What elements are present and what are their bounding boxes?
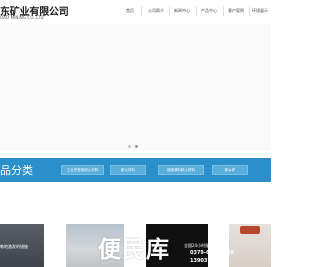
- hero-slider[interactable]: [0, 24, 271, 151]
- category-title: 品分类: [0, 164, 33, 177]
- nav-divider: [196, 6, 197, 16]
- hotline-phone-mobile[interactable]: 13903799419: [190, 258, 228, 264]
- nav-item-about[interactable]: 公司简介: [148, 8, 164, 14]
- category-tab-steel-slag[interactable]: 钢渣滴料耐火材料: [158, 165, 204, 175]
- site-header: 东矿业有限公司 OAD MINING CO.,LTD 首页 公司简介 新闻中心 …: [0, 0, 271, 24]
- slider-dots: [128, 145, 138, 148]
- slider-dot-active[interactable]: [135, 145, 138, 148]
- page: 东矿业有限公司 OAD MINING CO.,LTD 首页 公司简介 新闻中心 …: [0, 0, 271, 267]
- slider-dot[interactable]: [128, 145, 131, 148]
- hotline-label: 全国24小时服务热线: [184, 243, 222, 248]
- thumbnail-caption[interactable]: 勒地激发的措施: [0, 244, 28, 250]
- logo-english-name: OAD MINING CO.,LTD: [0, 15, 44, 20]
- service-hotline: 全国24小时服务热线 0379-69605908 13903799419: [181, 240, 271, 267]
- category-tab-refractory[interactable]: 耐火材料: [110, 165, 146, 175]
- nav-item-environment[interactable]: 环境展示: [252, 8, 268, 14]
- nav-divider: [169, 6, 170, 16]
- watermark-logo: 便民库: [98, 237, 170, 263]
- nav-item-products[interactable]: 产品中心: [201, 8, 217, 14]
- nav-divider: [249, 6, 250, 16]
- nav-item-home[interactable]: 首页: [126, 8, 134, 14]
- category-tab-industrial-kiln[interactable]: 工业炉窑用耐火材料: [61, 165, 104, 175]
- nav-divider: [223, 6, 224, 16]
- category-tab-xinxiang[interactable]: 新乡炉: [212, 165, 248, 175]
- nav-item-news[interactable]: 新闻中心: [174, 8, 190, 14]
- nav-divider: [141, 6, 142, 16]
- hotline-phone-landline[interactable]: 0379-69605908: [190, 250, 234, 256]
- thumbnail-pipe-image: [240, 226, 260, 234]
- nav-item-cases[interactable]: 客户案例: [228, 8, 244, 14]
